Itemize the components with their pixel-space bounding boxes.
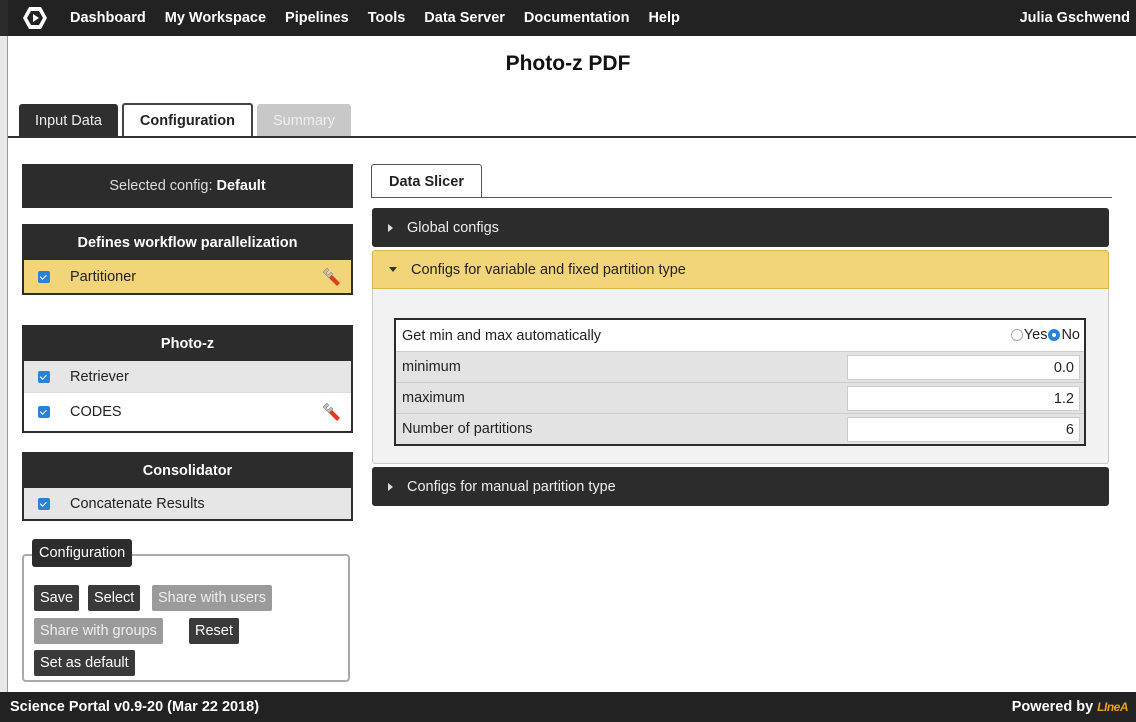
list-item-retriever[interactable]: Retriever [24,361,351,392]
tab-data-slicer[interactable]: Data Slicer [371,164,482,198]
top-navbar: Dashboard My Workspace Pipelines Tools D… [0,0,1136,36]
tabs-divider [8,136,1136,138]
inner-tab-divider [371,197,1112,198]
radio-yes[interactable] [1010,329,1023,341]
number-of-partitions-input[interactable]: 6 [847,417,1080,442]
footer: Science Portal v0.9-20 (Mar 22 2018) Pow… [0,692,1136,722]
nav-documentation[interactable]: Documentation [524,10,630,26]
wrench-icon[interactable] [319,401,341,423]
reset-button[interactable]: Reset [189,618,239,644]
configuration-fieldset: Configuration Save Select Share with use… [22,539,350,682]
nav-my-workspace[interactable]: My Workspace [165,10,266,26]
panel-title: Defines workflow parallelization [24,226,351,260]
accordion-variable-fixed-partition[interactable]: Configs for variable and fixed partition… [372,250,1109,289]
panel-consolidator: Consolidator Concatenate Results [22,452,353,521]
left-frame-border [0,36,8,692]
powered-by-label: Powered by [1011,699,1094,715]
auto-min-max-radio-group: Yes No [1010,327,1080,343]
row-number-of-partitions: Number of partitions 6 [396,413,1084,444]
field-label: maximum [402,390,465,406]
page-title: Photo-z PDF [505,52,631,75]
radio-no[interactable] [1048,329,1061,341]
nav-tools[interactable]: Tools [368,10,406,26]
linea-logo-icon[interactable] [20,3,50,33]
nav-pipelines[interactable]: Pipelines [285,10,349,26]
selected-config-value: Default [216,178,266,194]
list-item-label: Retriever [70,368,129,385]
field-label: Number of partitions [402,421,533,437]
tab-summary: Summary [256,104,352,137]
row-maximum: maximum 1.2 [396,382,1084,413]
list-item-concatenate-results[interactable]: Concatenate Results [24,488,351,519]
minimum-input[interactable]: 0.0 [847,355,1080,380]
tab-configuration[interactable]: Configuration [121,103,253,137]
accordion-body-variable: Get min and max automatically Yes No min… [372,289,1109,464]
panel-title: Photo-z [24,327,351,361]
checkbox[interactable] [38,497,50,510]
checkbox[interactable] [38,270,50,283]
wrench-icon[interactable] [319,266,341,288]
field-label: minimum [402,359,461,375]
selected-config-label: Selected config: [109,178,213,194]
user-name[interactable]: Julia Gschwend [1020,10,1130,26]
list-item-label: Concatenate Results [70,495,205,512]
list-item-codes[interactable]: CODES [24,392,351,431]
set-as-default-button[interactable]: Set as default [34,650,135,676]
share-with-groups-button[interactable]: Share with groups [34,618,163,644]
accordion-label: Configs for variable and fixed partition… [411,261,686,278]
nav-data-server[interactable]: Data Server [424,10,505,26]
radio-no-label: No [1061,327,1080,343]
nav-dashboard[interactable]: Dashboard [70,10,146,26]
tab-input-data[interactable]: Input Data [19,104,118,137]
nav-help[interactable]: Help [648,10,679,26]
list-item-label: Partitioner [70,268,137,285]
select-button[interactable]: Select [88,585,141,611]
save-button[interactable]: Save [34,585,80,611]
checkbox[interactable] [38,370,50,383]
panel-title: Consolidator [24,454,351,488]
selected-config-banner: Selected config: Default [22,164,353,208]
row-auto-min-max: Get min and max automatically Yes No [396,320,1084,351]
accordion-label: Global configs [407,219,499,236]
caret-right-icon [388,223,393,232]
panel-parallelization: Defines workflow parallelization Partiti… [22,224,353,295]
accordion-global-configs[interactable]: Global configs [372,208,1109,247]
accordion-label: Configs for manual partition type [407,478,616,495]
panel-photo-z: Photo-z Retriever CODES [22,325,353,433]
maximum-input[interactable]: 1.2 [847,386,1080,411]
radio-yes-label: Yes [1023,327,1048,343]
linea-brand-logo[interactable]: LIneA [1097,700,1128,714]
accordion-manual-partition[interactable]: Configs for manual partition type [372,467,1109,506]
main-tabs: Input Data Configuration Summary [19,103,355,137]
list-item-partitioner[interactable]: Partitioner [24,260,351,293]
row-minimum: minimum 0.0 [396,351,1084,382]
powered-by: Powered by LIneA [1011,699,1129,715]
partition-config-table: Get min and max automatically Yes No min… [394,318,1086,446]
share-with-users-button[interactable]: Share with users [152,585,272,611]
caret-right-icon [388,482,393,491]
list-item-label: CODES [70,404,122,420]
caret-down-icon [389,267,397,272]
configuration-legend: Configuration [32,539,133,567]
version-text: Science Portal v0.9-20 (Mar 22 2018) [10,699,260,715]
field-label: Get min and max automatically [402,327,602,344]
checkbox[interactable] [38,406,50,418]
